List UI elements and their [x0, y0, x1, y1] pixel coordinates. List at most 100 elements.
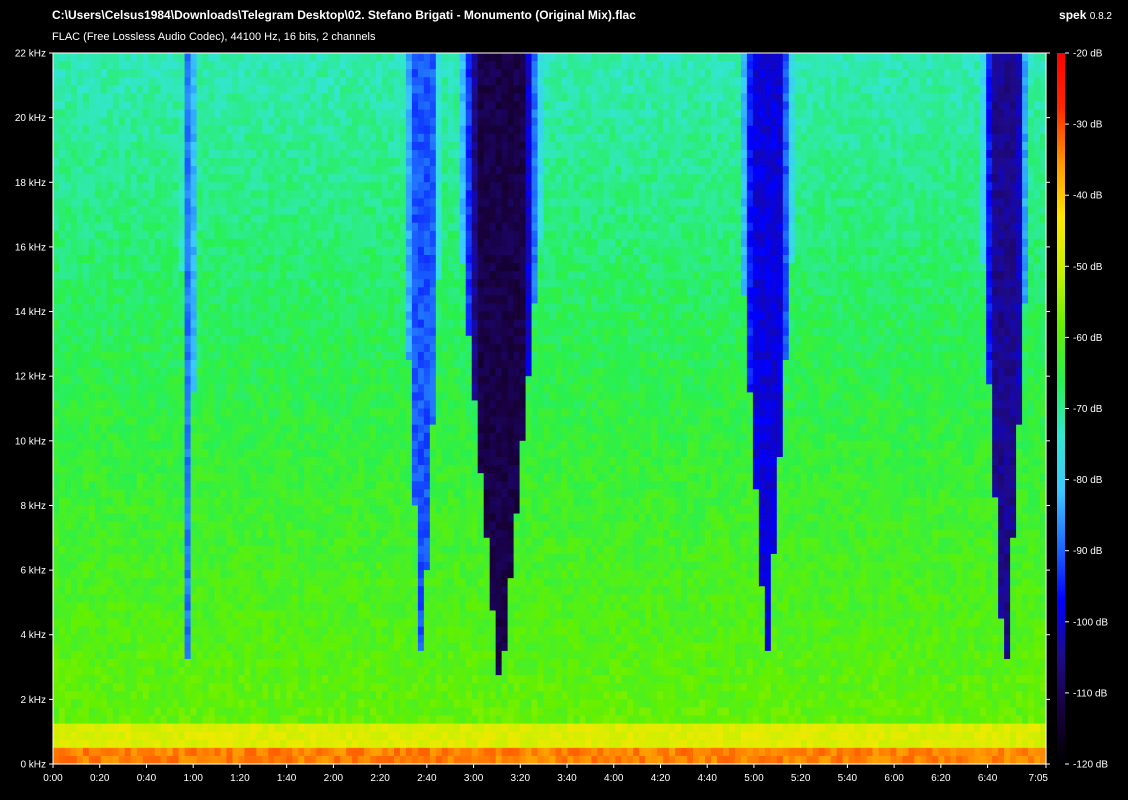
spectrogram-cell — [244, 691, 251, 700]
spectrogram-cell — [232, 602, 240, 612]
spectrogram-cell — [106, 739, 114, 749]
spectrogram-cell — [124, 594, 132, 604]
spectrogram-cell — [172, 723, 180, 733]
spectrogram-cell — [244, 658, 251, 668]
spectrogram-cell — [196, 602, 204, 612]
spectrogram-cell — [250, 537, 257, 547]
spectrogram-cell — [358, 327, 365, 337]
spectrogram-cell — [94, 125, 102, 135]
spectrogram-cell — [250, 626, 257, 636]
spectrogram-cell — [166, 343, 174, 353]
spectrogram-cell — [160, 675, 168, 684]
spectrogram-cell — [274, 747, 281, 757]
spectrogram-cell — [154, 360, 162, 369]
spectrogram-cell — [64, 489, 72, 498]
spectrogram-cell — [70, 747, 78, 757]
spectrogram-cell — [364, 271, 371, 280]
spectrogram-cell — [274, 263, 281, 272]
spectrogram-cell — [214, 424, 222, 434]
spectrogram-cell — [190, 263, 198, 272]
spectrogram-cell — [268, 618, 275, 628]
spectrogram-cell — [304, 384, 311, 393]
spectrogram-cell — [262, 53, 269, 62]
spectrogram-cell — [154, 634, 162, 644]
spectrogram-cell — [364, 675, 371, 684]
spectrogram-cell — [208, 295, 216, 305]
spectrogram-cell — [94, 384, 102, 393]
spectrogram-cell — [262, 448, 269, 458]
spectrogram-cell — [220, 125, 228, 135]
spectrogram-cell — [70, 174, 78, 183]
spectrogram-cell — [292, 456, 299, 466]
spectrogram-cell — [316, 263, 323, 272]
spectrogram-cell — [322, 545, 329, 555]
spectrogram-cell — [82, 246, 90, 256]
spectrogram-cell — [220, 553, 228, 563]
spectrogram-cell — [298, 521, 305, 531]
spectrogram-cell — [256, 537, 263, 547]
spectrogram-cell — [340, 53, 347, 62]
spectrogram-cell — [334, 691, 341, 700]
spectrogram-cell — [118, 360, 126, 369]
spectrogram-cell — [352, 537, 359, 547]
spectrogram-cell — [280, 384, 287, 393]
spectrogram-cell — [208, 594, 216, 604]
spectrogram-cell — [58, 747, 66, 757]
spectrogram-cell — [70, 699, 78, 709]
spectrogram-cell — [352, 303, 359, 313]
spectrogram-cell — [70, 271, 78, 280]
spectrogram-cell — [88, 424, 96, 434]
spectrogram-cell — [328, 53, 335, 62]
spectrogram-cell — [76, 166, 84, 175]
spectrogram-cell — [94, 440, 102, 450]
spectrogram-cell — [226, 182, 234, 191]
spectrogram-cell — [358, 351, 365, 361]
spectrogram-cell — [154, 731, 162, 741]
spectrogram-cell — [196, 586, 204, 595]
spectrogram-cell — [106, 392, 114, 402]
spectrogram-cell — [322, 271, 329, 280]
spectrogram-cell — [64, 529, 72, 539]
spectrogram-cell — [370, 77, 377, 86]
spectrogram-cell — [82, 141, 90, 151]
spectrogram-cell — [82, 271, 90, 280]
spectrogram-cell — [340, 586, 347, 595]
spectrogram-cell — [124, 481, 132, 490]
spectrogram-cell — [286, 222, 293, 232]
spectrogram-cell — [298, 109, 305, 119]
spectrogram-cell — [76, 658, 84, 668]
spectrogram-cell — [352, 206, 359, 216]
spectrogram-cell — [370, 537, 377, 547]
spectrogram-cell — [82, 133, 90, 143]
spectrogram-cell — [196, 440, 204, 450]
spectrogram-cell — [130, 53, 138, 62]
spectrogram-cell — [334, 69, 341, 78]
spectrogram-cell — [358, 513, 365, 523]
spectrogram-cell — [220, 715, 228, 725]
spectrogram-cell — [304, 570, 311, 579]
spectrogram-cell — [100, 683, 108, 692]
spectrogram-cell — [64, 610, 72, 620]
spectrogram-cell — [184, 448, 192, 458]
spectrogram-cell — [358, 553, 365, 563]
spectrogram-cell — [160, 602, 168, 612]
spectrogram-cell — [214, 626, 222, 636]
spectrogram-cell — [340, 626, 347, 636]
spectrogram-cell — [112, 675, 120, 684]
spectrogram-cell — [100, 747, 108, 757]
spectrogram-cell — [358, 626, 365, 636]
spectrogram-cell — [220, 465, 228, 474]
spectrogram-cell — [184, 610, 192, 620]
spectrogram-cell — [250, 109, 257, 119]
spectrogram-cell — [376, 158, 383, 167]
spectrogram-cell — [64, 93, 72, 103]
spectrogram-cell — [370, 149, 377, 159]
spectrogram-cell — [238, 424, 246, 434]
spectrogram-cell — [280, 570, 287, 579]
spectrogram-cell — [130, 456, 138, 466]
spectrogram-cell — [106, 182, 114, 191]
spectrogram-cell — [376, 133, 383, 143]
spectrogram-cell — [316, 77, 323, 86]
spectrogram-cell — [358, 489, 365, 498]
spectrogram-cell — [106, 416, 114, 426]
